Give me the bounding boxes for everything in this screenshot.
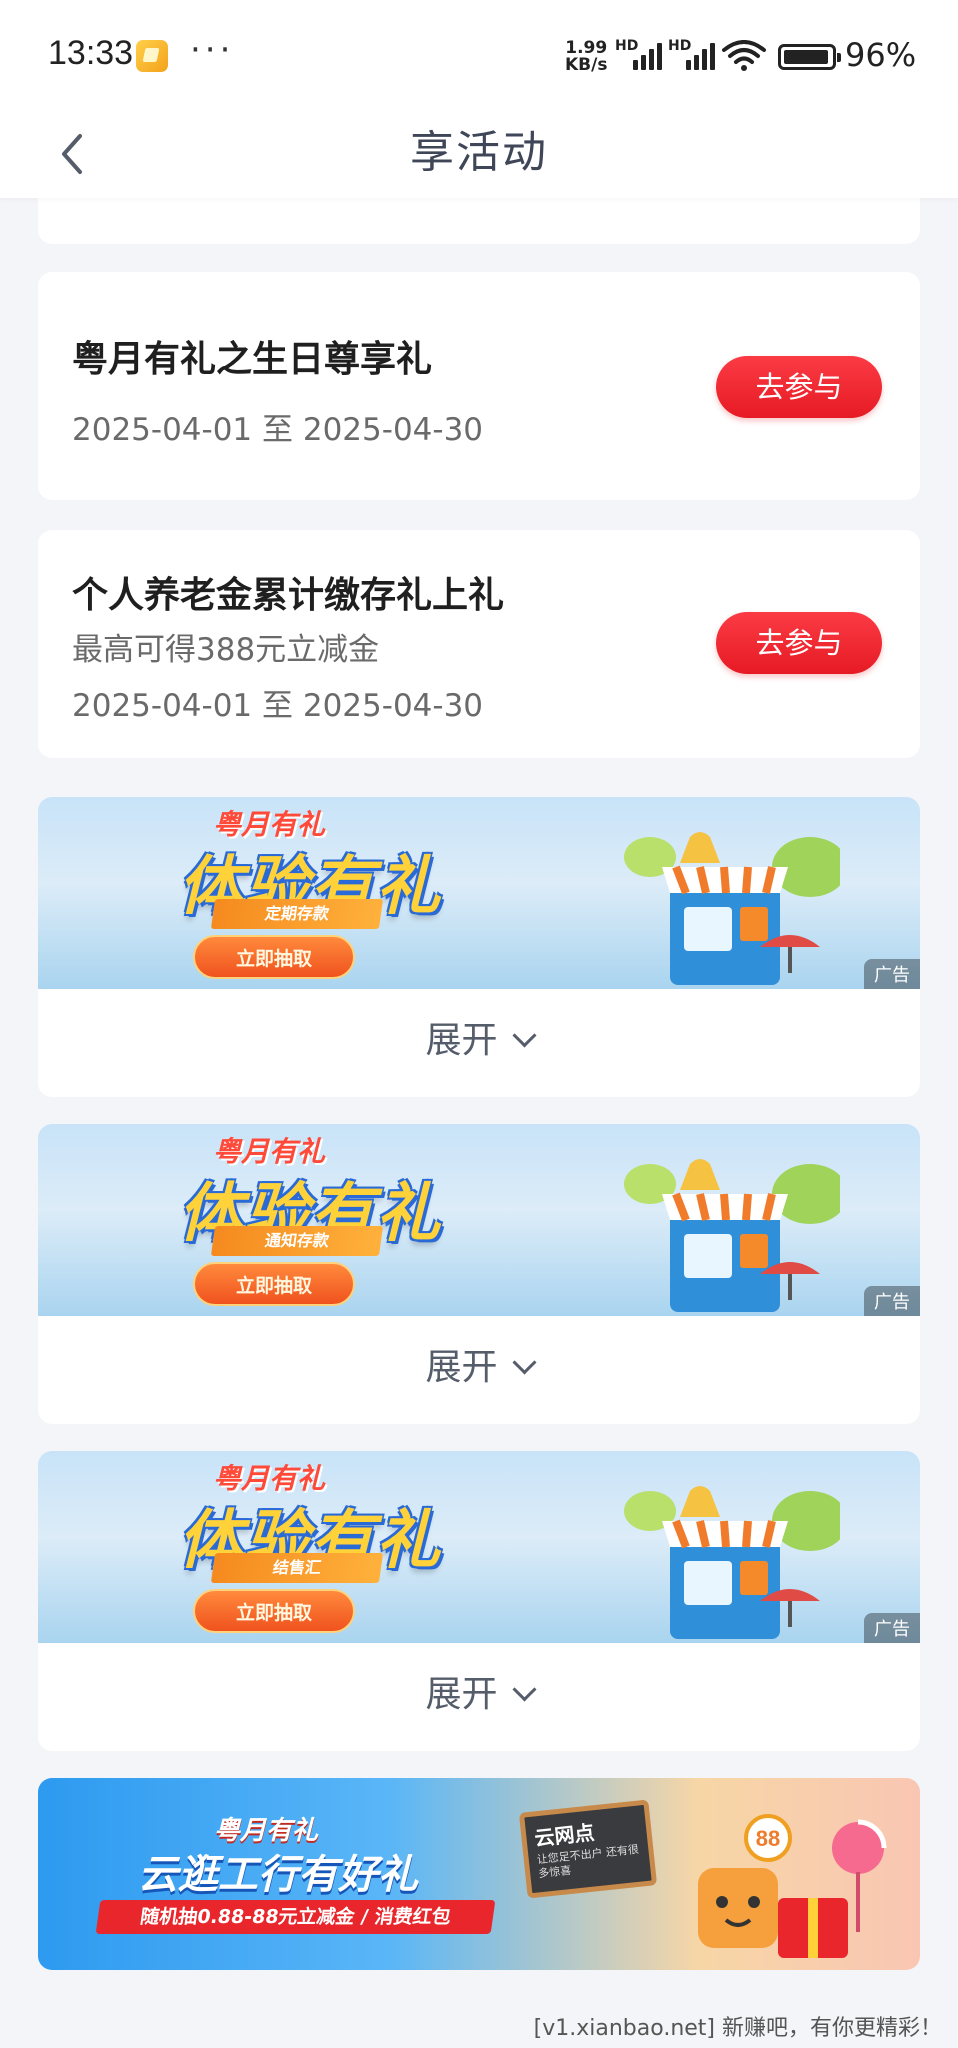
battery-icon [778, 44, 841, 70]
signal-icon: HD [668, 38, 718, 70]
cloud-branch-banner[interactable]: 粤月有礼 云逛工行有好礼 随机抽0.88-88元立减金 / 消费红包 云网点 让… [38, 1778, 920, 1970]
promo-product: 结售汇 [210, 1553, 384, 1583]
expand-label: 展开 [425, 1020, 498, 1061]
promo-product: 通知存款 [210, 1226, 384, 1256]
activity-card[interactable]: 个人养老金累计缴存礼上礼 最高可得388元立减金 2025-04-01 至 20… [38, 530, 920, 758]
expand-toggle[interactable]: 展开 [38, 1643, 920, 1751]
status-bar: 13:33 ··· 1.99 KB/s HD HD 96% [0, 0, 958, 110]
signal-hd-label: HD [668, 38, 692, 54]
chevron-down-icon [511, 1350, 537, 1375]
promo-card: 粤月有礼 体验有礼 通知存款 立即抽取 广告 展开 [38, 1124, 920, 1424]
network-speed-unit: KB/s [565, 55, 608, 75]
ad-label: 广告 [864, 1286, 920, 1316]
notification-app-icon [136, 40, 168, 72]
activity-card[interactable]: 粤月有礼之生日尊享礼 2025-04-01 至 2025-04-30 去参与 [38, 272, 920, 500]
activity-title: 粤月有礼之生日尊享礼 [72, 339, 433, 380]
signal-hd-label: HD [615, 38, 639, 54]
shop-illustration-icon [624, 1486, 840, 1639]
shop-illustration-icon [624, 832, 840, 985]
signal-icon: HD [615, 38, 665, 70]
promo-card: 粤月有礼 体验有礼 结售汇 立即抽取 广告 展开 [38, 1451, 920, 1751]
join-button[interactable]: 去参与 [716, 356, 882, 418]
promo-banner[interactable]: 粤月有礼 体验有礼 结售汇 立即抽取 广告 [38, 1451, 920, 1643]
expand-label: 展开 [425, 1674, 498, 1715]
ad-label: 广告 [864, 1613, 920, 1643]
expand-toggle[interactable]: 展开 [38, 1316, 920, 1424]
expand-label: 展开 [425, 1347, 498, 1388]
chalkboard-sign: 云网点 让您足不出户 还有很多惊喜 [518, 1799, 658, 1899]
join-button[interactable]: 去参与 [716, 612, 882, 674]
network-speed: 1.99 KB/s [565, 40, 607, 74]
activity-date: 2025-04-01 至 2025-04-30 [72, 688, 484, 724]
status-time: 13:33 [48, 34, 134, 72]
promo-cta-button[interactable]: 立即抽取 [193, 1262, 355, 1306]
wifi-icon [722, 40, 766, 71]
activity-title: 个人养老金累计缴存礼上礼 [72, 575, 505, 616]
activity-date: 2025-04-01 至 2025-04-30 [72, 412, 484, 448]
page-title: 享活动 [410, 127, 548, 178]
ad-label: 广告 [864, 959, 920, 989]
promo-cta-button[interactable]: 立即抽取 [193, 935, 355, 979]
promo-card: 粤月有礼 体验有礼 定期存款 立即抽取 广告 展开 [38, 797, 920, 1097]
banner-offer: 随机抽0.88-88元立减金 / 消费红包 [95, 1900, 496, 1934]
nav-bar: 享活动 [0, 110, 958, 198]
promo-banner[interactable]: 粤月有礼 体验有礼 定期存款 立即抽取 广告 [38, 797, 920, 989]
promo-product: 定期存款 [210, 899, 384, 929]
promo-cta-button[interactable]: 立即抽取 [193, 1589, 355, 1633]
battery-percent: 96% [845, 36, 917, 74]
more-notifications-icon: ··· [190, 30, 235, 70]
expand-toggle[interactable]: 展开 [38, 989, 920, 1097]
chevron-down-icon [511, 1677, 537, 1702]
banner-badge: 88 [756, 1826, 780, 1851]
shop-illustration-icon [624, 1159, 840, 1312]
chevron-down-icon [511, 1023, 537, 1048]
activity-subtitle: 最高可得388元立减金 [72, 632, 380, 668]
watermark: [v1.xianbao.net] 新赚吧，有你更精彩！ [533, 2016, 942, 2041]
mascot-gift-illustration-icon: 88 [698, 1814, 887, 1958]
promo-banner[interactable]: 粤月有礼 体验有礼 通知存款 立即抽取 广告 [38, 1124, 920, 1316]
banner-headline: 云逛工行有好礼 [138, 1852, 418, 1898]
